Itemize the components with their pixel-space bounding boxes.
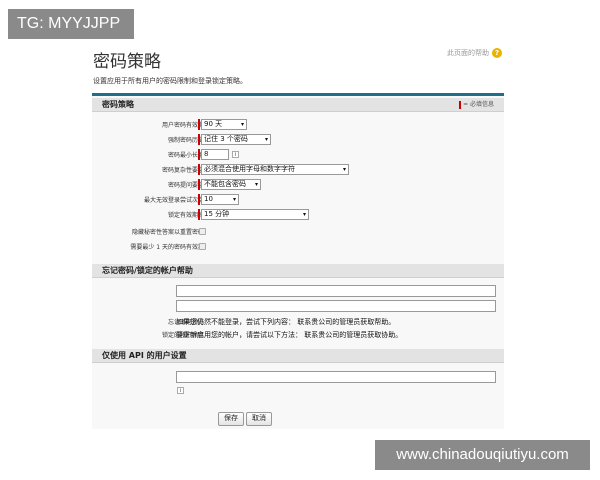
section-header-forgot-password: 忘记密码/锁定的帐户帮助 xyxy=(92,264,504,278)
required-legend: = 必填信息 xyxy=(459,98,494,112)
question-requirement-select[interactable]: 不能包含密码 ▾ xyxy=(201,179,261,190)
section-header-password-policy: 密码策略 = 必填信息 xyxy=(92,98,504,112)
forgot-password-preview-text: 如果您仍然不能登录，尝试下列内容： 联系贵公司的管理员获取帮助。 xyxy=(176,317,396,326)
dropdown-arrow-icon: ▾ xyxy=(254,181,258,188)
required-marker xyxy=(198,119,200,130)
dropdown-arrow-icon: ▾ xyxy=(302,211,306,218)
row-locked-preview: 锁定的帐户预览 要重新启用您的帐户，请尝试以下方法： 联系贵公司的管理员获取协助… xyxy=(92,329,504,342)
help-link[interactable]: 此页面的帮助 ? xyxy=(447,48,502,58)
row-password-expiration: 用户密码有效期 90 天 ▾ xyxy=(92,119,504,132)
row-min-lifetime: 需要最少 1 天的密码有效期 xyxy=(92,241,504,254)
required-legend-text: = 必填信息 xyxy=(463,101,494,108)
cancel-button[interactable]: 取消 xyxy=(246,412,272,426)
row-message: 消息 xyxy=(92,285,504,298)
required-marker xyxy=(198,164,200,175)
section-title: 仅使用 API 的用户设置 xyxy=(102,351,187,360)
lockout-period-select[interactable]: 15 分钟 ▾ xyxy=(201,209,309,220)
required-marker xyxy=(198,209,200,220)
label-complexity: 密码复杂性要求 xyxy=(161,167,204,174)
required-indicator-icon xyxy=(459,101,462,109)
select-value: 不能包含密码 xyxy=(204,180,246,188)
label-lockout-period: 锁定有效期间 xyxy=(167,212,204,219)
password-history-select[interactable]: 记住 3 个密码 ▾ xyxy=(201,134,271,145)
label-password-expiration: 用户密码有效期 xyxy=(161,122,204,129)
message-input[interactable] xyxy=(176,285,496,297)
info-icon[interactable]: i xyxy=(177,387,184,394)
label-question-requirement: 密码提问要求 xyxy=(167,182,204,189)
help-link-input[interactable] xyxy=(176,300,496,312)
required-marker xyxy=(198,179,200,190)
min-lifetime-checkbox[interactable] xyxy=(199,243,206,250)
row-password-history: 强制密码历史 记住 3 个密码 ▾ xyxy=(92,134,504,147)
row-max-attempts: 最大无效登录尝试次数 10 ▾ xyxy=(92,194,504,207)
save-button[interactable]: 保存 xyxy=(218,412,244,426)
select-value: 15 分钟 xyxy=(204,210,230,218)
row-complexity: 密码复杂性要求 必须混合使用字母和数字字符 ▾ xyxy=(92,164,504,177)
required-marker xyxy=(198,149,200,160)
row-min-length: 密码最小长度 8 i xyxy=(92,149,504,162)
dropdown-arrow-icon: ▾ xyxy=(240,121,244,128)
section-title: 密码策略 xyxy=(102,100,134,109)
button-row: 保存 取消 xyxy=(92,412,504,426)
label-min-length: 密码最小长度 xyxy=(167,152,204,159)
complexity-select[interactable]: 必须混合使用字母和数字字符 ▾ xyxy=(201,164,349,175)
dropdown-arrow-icon: ▾ xyxy=(264,136,268,143)
info-icon[interactable]: i xyxy=(232,151,239,158)
row-forgot-preview: 忘记密码预览 如果您仍然不能登录，尝试下列内容： 联系贵公司的管理员获取帮助。 xyxy=(92,316,504,329)
row-help-link: 帮助链接 xyxy=(92,300,504,313)
section-title: 忘记密码/锁定的帐户帮助 xyxy=(102,266,193,275)
select-value: 记住 3 个密码 xyxy=(204,135,248,143)
watermark-label: www.chinadouqiutiyu.com xyxy=(375,440,590,470)
help-icon[interactable]: ? xyxy=(492,48,502,58)
section-header-api-users: 仅使用 API 的用户设置 xyxy=(92,349,504,363)
row-alt-home-info: i xyxy=(92,385,504,398)
help-link-text[interactable]: 此页面的帮助 xyxy=(447,48,489,58)
row-lockout-period: 锁定有效期间 15 分钟 ▾ xyxy=(92,209,504,222)
dropdown-arrow-icon: ▾ xyxy=(232,196,236,203)
dropdown-arrow-icon: ▾ xyxy=(342,166,346,173)
row-hide-answer: 隐藏秘密性答案以重置密码 xyxy=(92,226,504,239)
select-value: 必须混合使用字母和数字字符 xyxy=(204,165,295,173)
required-marker xyxy=(198,134,200,145)
hide-answer-checkbox[interactable] xyxy=(199,228,206,235)
label-hide-answer: 隐藏秘密性答案以重置密码 xyxy=(131,229,204,236)
label-max-attempts: 最大无效登录尝试次数 xyxy=(143,197,204,204)
label-min-lifetime: 需要最少 1 天的密码有效期 xyxy=(130,244,204,251)
row-question-requirement: 密码提问要求 不能包含密码 ▾ xyxy=(92,179,504,192)
select-value: 10 xyxy=(204,195,213,203)
max-attempts-select[interactable]: 10 ▾ xyxy=(201,194,239,205)
password-expiration-select[interactable]: 90 天 ▾ xyxy=(201,119,247,130)
alt-home-input[interactable] xyxy=(176,371,496,383)
password-policy-panel: 密码策略 = 必填信息 用户密码有效期 90 天 ▾ 强制密码历史 记住 3 个… xyxy=(92,93,504,429)
label-password-history: 强制密码历史 xyxy=(167,137,204,144)
page-description: 设置应用于所有用户的密码限制和登录锁定策略。 xyxy=(93,77,247,85)
required-marker xyxy=(198,194,200,205)
row-alt-home: 备用主页 xyxy=(92,371,504,384)
page-title: 密码策略 xyxy=(93,52,161,72)
tg-overlay-label: TG: MYYJJPP xyxy=(8,9,134,39)
locked-account-preview-text: 要重新启用您的帐户，请尝试以下方法： 联系贵公司的管理员获取协助。 xyxy=(176,330,403,339)
select-value: 90 天 xyxy=(204,120,223,128)
min-length-input[interactable]: 8 xyxy=(201,149,229,160)
